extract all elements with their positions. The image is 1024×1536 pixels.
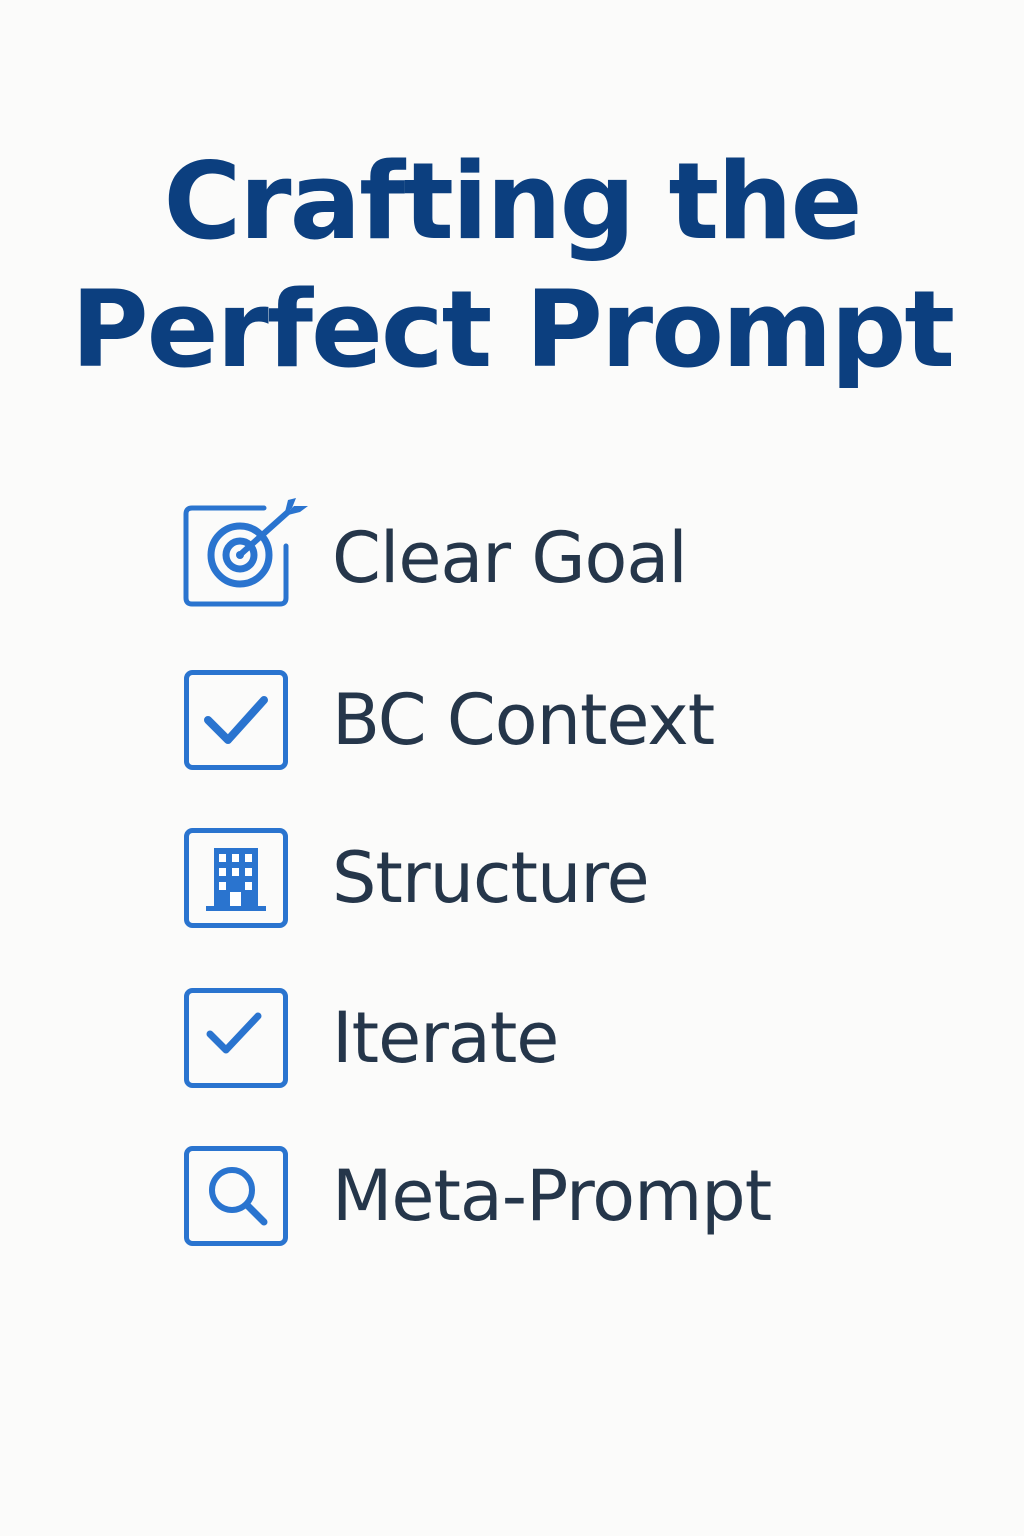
target-arrow-icon: [183, 498, 308, 608]
page-title: Crafting the Perfect Prompt: [0, 138, 1024, 394]
list-item-iterate: Iterate: [184, 988, 884, 1100]
item-label-bc-context: BC Context: [332, 679, 715, 761]
title-line-1: Crafting the: [163, 140, 863, 263]
title-line-2: Perfect Prompt: [70, 268, 955, 391]
item-label-iterate: Iterate: [332, 997, 559, 1079]
magnifier-icon: [184, 1146, 288, 1246]
list-item-structure: Structure: [184, 828, 884, 940]
item-label-structure: Structure: [332, 837, 650, 919]
building-icon: [184, 828, 288, 928]
list-item-meta-prompt: Meta-Prompt: [184, 1146, 884, 1258]
item-label-clear-goal: Clear Goal: [332, 517, 688, 599]
checkmark-icon: [184, 988, 288, 1088]
list-item-bc-context: BC Context: [184, 670, 884, 782]
list-item-clear-goal: Clear Goal: [183, 498, 884, 620]
checkmark-icon: [184, 670, 288, 770]
item-label-meta-prompt: Meta-Prompt: [332, 1155, 772, 1237]
